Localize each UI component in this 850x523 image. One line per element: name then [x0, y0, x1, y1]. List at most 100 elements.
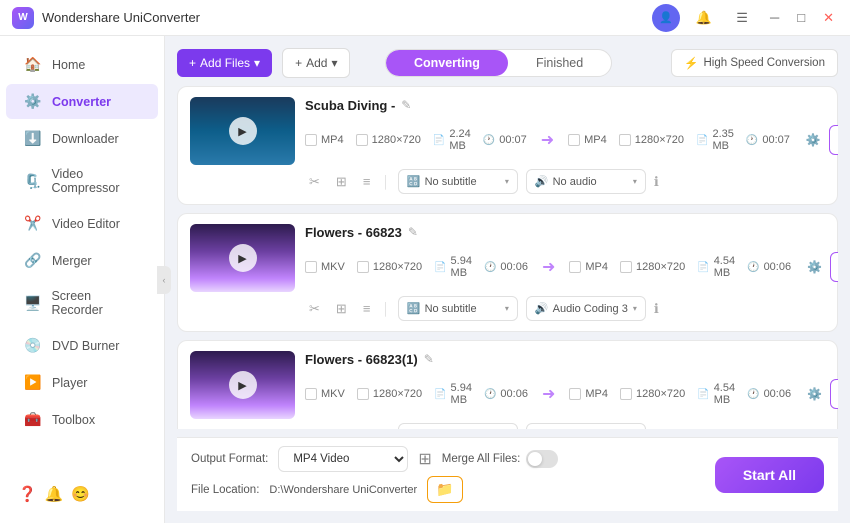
player-icon: ▶️ — [24, 374, 42, 391]
settings-icon-3[interactable]: ⚙️ — [807, 387, 822, 401]
copy-icon-2[interactable]: ⊞ — [332, 299, 351, 319]
sidebar-item-screen-recorder[interactable]: 🖥️ Screen Recorder — [6, 280, 158, 326]
browse-folder-button[interactable]: 📁 — [427, 476, 462, 503]
dst-format-checkbox-1[interactable] — [568, 134, 580, 146]
sidebar-item-converter[interactable]: ⚙️ Converter — [6, 84, 158, 119]
src-res-checkbox-2[interactable] — [357, 261, 369, 273]
settings-icon-1[interactable]: ⚙️ — [806, 133, 821, 147]
src-format-checkbox-2[interactable] — [305, 261, 317, 273]
settings-icon-2[interactable]: ⚙️ — [807, 260, 822, 274]
info-icon-2[interactable]: ℹ — [654, 301, 659, 317]
sidebar-item-toolbox[interactable]: 🧰 Toolbox — [6, 402, 158, 437]
cut-icon-2[interactable]: ✂ — [305, 299, 324, 319]
src-format-checkbox-1[interactable] — [305, 134, 317, 146]
play-button-1[interactable]: ▶ — [229, 117, 257, 145]
maximize-button[interactable]: □ — [793, 10, 809, 25]
edit-title-icon-1[interactable]: ✎ — [401, 98, 411, 112]
merger-icon: 🔗 — [24, 252, 42, 269]
add-files-icon: + — [189, 56, 196, 70]
src-format-checkbox-3[interactable] — [305, 388, 317, 400]
convert-button-2[interactable]: Convert — [830, 252, 838, 282]
edit-title-icon-3[interactable]: ✎ — [424, 352, 434, 366]
menu-icon-2[interactable]: ≡ — [359, 299, 375, 318]
add-files-button[interactable]: + Add Files ▾ — [177, 49, 272, 77]
alert-icon[interactable]: 🔔 — [45, 485, 64, 503]
subtitle-select-1[interactable]: 🔠 No subtitle ▾ — [398, 169, 518, 194]
qr-icon[interactable]: ⊞ — [418, 449, 431, 469]
profile-icon[interactable]: 👤 — [652, 4, 680, 32]
subtitle-chevron-1: ▾ — [505, 177, 509, 186]
sidebar-item-dvd-burner[interactable]: 💿 DVD Burner — [6, 328, 158, 363]
speed-btn-label: High Speed Conversion — [704, 57, 825, 69]
copy-icon-3[interactable]: ⊞ — [332, 426, 351, 430]
dst-format-checkbox-2[interactable] — [569, 261, 581, 273]
audio-select-2[interactable]: 🔊 Audio Coding 3 ▾ — [526, 296, 646, 321]
dst-res-checkbox-1[interactable] — [619, 134, 631, 146]
feedback-icon[interactable]: 😊 — [71, 485, 90, 503]
file-icon-1: 📄 — [433, 135, 445, 146]
audio-select-1[interactable]: 🔊 No audio ▾ — [526, 169, 646, 194]
menu-icon-1[interactable]: ≡ — [359, 172, 375, 191]
dst-res-checkbox-3[interactable] — [620, 388, 632, 400]
card-title-row-2: Flowers - 66823 ✎ ✕ — [305, 224, 838, 240]
copy-icon-1[interactable]: ⊞ — [332, 172, 351, 192]
tab-group: Converting Finished — [385, 49, 612, 77]
src-meta-1: MP4 1280×720 📄 2.24 MB — [305, 128, 527, 152]
file-location-label: File Location: — [191, 484, 259, 496]
src-res-checkbox-3[interactable] — [357, 388, 369, 400]
clock-icon-1: 🕐 — [483, 135, 495, 146]
convert-button-3[interactable]: Convert — [830, 379, 838, 409]
subtitle-select-2[interactable]: 🔠 No subtitle ▾ — [398, 296, 518, 321]
src-size-1: 📄 2.24 MB — [433, 128, 471, 152]
close-button[interactable]: ✕ — [819, 10, 838, 26]
info-icon-1[interactable]: ℹ — [654, 174, 659, 190]
sidebar-item-video-compressor[interactable]: 🗜️ Video Compressor — [6, 158, 158, 204]
title-bar: W Wondershare UniConverter 👤 🔔 ☰ ─ □ ✕ — [0, 0, 850, 36]
merge-label: Merge All Files: — [442, 453, 521, 465]
sidebar-item-video-editor[interactable]: ✂️ Video Editor — [6, 206, 158, 241]
subtitle-select-3[interactable]: 🔠 No subtitle ▾ — [398, 423, 518, 429]
home-icon: 🏠 — [24, 56, 42, 73]
dst-duration-3: 🕐 00:06 — [747, 388, 791, 400]
sidebar-item-downloader[interactable]: ⬇️ Downloader — [6, 121, 158, 156]
audio-select-3[interactable]: 🔊 Audio Coding 3 ▾ — [526, 423, 646, 429]
play-button-3[interactable]: ▶ — [229, 371, 257, 399]
notification-icon[interactable]: 🔔 — [690, 4, 718, 32]
info-icon-3[interactable]: ℹ — [654, 428, 659, 430]
sidebar-item-home[interactable]: 🏠 Home — [6, 47, 158, 82]
high-speed-conversion-button[interactable]: ⚡ High Speed Conversion — [671, 49, 838, 77]
add-format-button[interactable]: + Add ▾ — [282, 48, 350, 78]
tab-finished[interactable]: Finished — [508, 50, 611, 76]
start-all-button[interactable]: Start All — [715, 457, 824, 493]
add-files-label: Add Files — [200, 56, 250, 70]
src-format-3: MKV — [305, 388, 345, 400]
file-icon-3: 📄 — [434, 389, 446, 400]
menu-icon-3[interactable]: ≡ — [359, 426, 375, 429]
convert-button-1[interactable]: Convert — [829, 125, 838, 155]
dst-size-3: 📄 4.54 MB — [697, 382, 735, 406]
sidebar-toggle[interactable]: ‹ — [157, 266, 171, 294]
minimize-button[interactable]: ─ — [766, 10, 783, 25]
help-icon[interactable]: ❓ — [18, 485, 37, 503]
sidebar-item-merger[interactable]: 🔗 Merger — [6, 243, 158, 278]
cut-icon-1[interactable]: ✂ — [305, 172, 324, 192]
sidebar-footer: ❓ 🔔 😊 — [0, 475, 164, 513]
sidebar-item-player[interactable]: ▶️ Player — [6, 365, 158, 400]
dst-res-checkbox-2[interactable] — [620, 261, 632, 273]
dst-format-3: MP4 — [569, 388, 608, 400]
sidebar-label-video-compressor: Video Compressor — [51, 167, 140, 195]
play-button-2[interactable]: ▶ — [229, 244, 257, 272]
menu-icon[interactable]: ☰ — [728, 4, 756, 32]
tab-converting[interactable]: Converting — [386, 50, 508, 76]
dst-format-checkbox-3[interactable] — [569, 388, 581, 400]
convert-arrow-1: ➜ — [535, 130, 560, 150]
top-bar: + Add Files ▾ + Add ▾ Converting Finishe… — [177, 48, 838, 78]
src-res-checkbox-1[interactable] — [356, 134, 368, 146]
cut-icon-3[interactable]: ✂ — [305, 426, 324, 430]
file-icon-dst-2: 📄 — [697, 262, 709, 273]
dst-meta-1: MP4 1280×720 📄 2.35 MB — [568, 128, 790, 152]
edit-title-icon-2[interactable]: ✎ — [408, 225, 418, 239]
merge-toggle[interactable] — [526, 450, 558, 468]
output-format-select[interactable]: MP4 Video — [278, 446, 408, 472]
card-title-row-3: Flowers - 66823(1) ✎ ✕ — [305, 351, 838, 367]
